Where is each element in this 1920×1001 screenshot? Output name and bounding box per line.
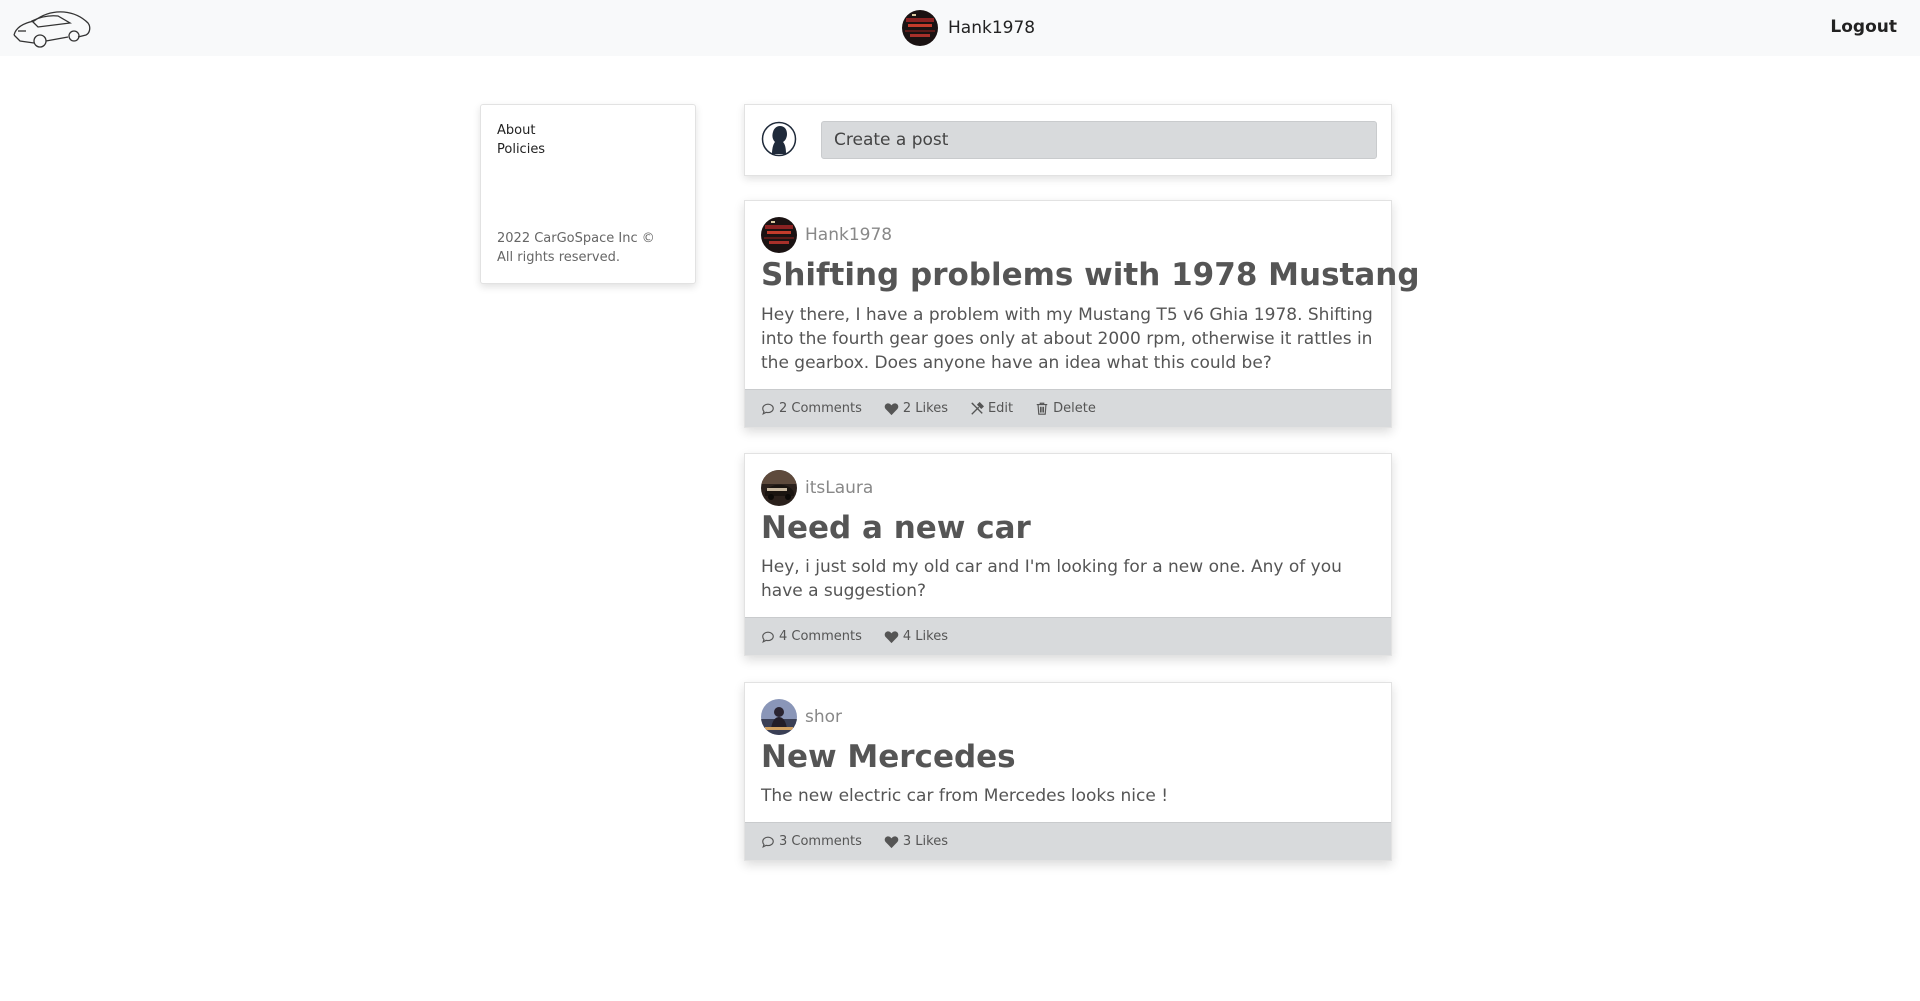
current-user[interactable]: Hank1978 <box>902 10 1035 46</box>
sidebar-info-card: About Policies 2022 CarGoSpace Inc © All… <box>480 104 696 284</box>
copyright-line-1: 2022 CarGoSpace Inc © <box>497 231 655 246</box>
copyright-text: 2022 CarGoSpace Inc © All rights reserve… <box>497 229 655 267</box>
post-body: Hey, i just sold my old car and I'm look… <box>761 557 1342 601</box>
post-header: itsLaura <box>761 470 873 506</box>
author-avatar[interactable] <box>761 470 797 506</box>
comments-button[interactable]: 2 Comments <box>761 401 862 416</box>
likes-count: 4 Likes <box>902 629 948 644</box>
trash-icon <box>1036 402 1048 415</box>
comments-count: 2 Comments <box>779 401 862 416</box>
user-avatar <box>902 10 938 46</box>
post-header: shor <box>761 699 842 735</box>
likes-count: 3 Likes <box>902 834 948 849</box>
policies-link[interactable]: Policies <box>497 140 679 159</box>
about-link[interactable]: About <box>497 121 679 140</box>
person-silhouette-icon <box>761 121 797 157</box>
header-username: Hank1978 <box>948 18 1036 38</box>
logout-button[interactable]: Logout <box>1830 17 1897 37</box>
speech-bubble-icon <box>762 836 774 848</box>
delete-label: Delete <box>1053 401 1096 416</box>
edit-button[interactable]: Edit <box>970 401 1013 416</box>
author-avatar[interactable] <box>761 699 797 735</box>
delete-button[interactable]: Delete <box>1035 401 1096 416</box>
post-author[interactable]: Hank1978 <box>805 225 892 245</box>
post-header: Hank1978 <box>761 217 892 253</box>
post-card: Hank1978 Shifting problems with 1978 Mus… <box>744 200 1420 428</box>
car-logo-icon[interactable] <box>12 7 92 49</box>
comments-button[interactable]: 4 Comments <box>761 629 862 644</box>
post-actions: 3 Comments 3 Likes <box>745 822 1391 860</box>
post-actions: 4 Comments 4 Likes <box>745 617 1391 655</box>
likes-button[interactable]: 4 Likes <box>884 629 948 644</box>
speech-bubble-icon <box>762 631 774 643</box>
post-title[interactable]: Shifting problems with 1978 Mustang <box>761 257 1420 293</box>
likes-count: 2 Likes <box>902 401 948 416</box>
tools-icon <box>971 401 984 415</box>
heart-icon <box>884 402 899 415</box>
post-actions: 2 Comments 2 Likes Edit Delete <box>745 389 1391 427</box>
post-title[interactable]: Need a new car <box>761 510 1031 546</box>
create-post-card: Create a post <box>744 104 1392 176</box>
copyright-line-2: All rights reserved. <box>497 250 620 265</box>
create-post-input[interactable]: Create a post <box>821 121 1377 159</box>
post-body: The new electric car from Mercedes looks… <box>761 786 1169 806</box>
top-navbar: Hank1978 Logout <box>0 0 1920 56</box>
post-card: itsLaura Need a new car Hey, i just sold… <box>744 453 1392 656</box>
post-body: Hey there, I have a problem with my Must… <box>761 305 1373 373</box>
speech-bubble-icon <box>762 403 774 415</box>
edit-label: Edit <box>987 401 1014 416</box>
heart-icon <box>884 835 899 848</box>
author-avatar[interactable] <box>761 217 797 253</box>
comments-button[interactable]: 3 Comments <box>761 834 862 849</box>
post-title[interactable]: New Mercedes <box>761 739 1016 775</box>
comments-count: 3 Comments <box>779 834 862 849</box>
comments-count: 4 Comments <box>779 629 862 644</box>
likes-button[interactable]: 3 Likes <box>884 834 948 849</box>
post-card: shor New Mercedes The new electric car f… <box>744 682 1392 861</box>
heart-icon <box>884 630 899 643</box>
post-author[interactable]: shor <box>805 707 842 727</box>
likes-button[interactable]: 2 Likes <box>884 401 948 416</box>
post-author[interactable]: itsLaura <box>805 478 873 498</box>
